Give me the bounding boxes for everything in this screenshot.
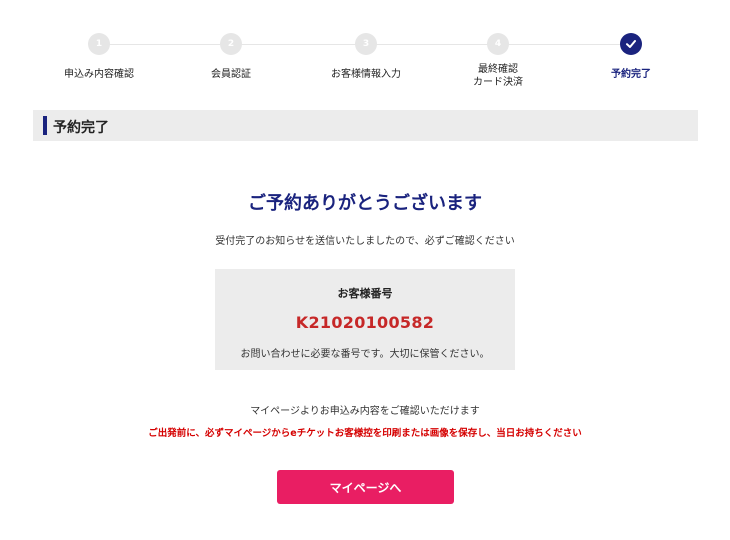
step-5-current: 予約完了 <box>566 33 696 81</box>
step-label: 申込み内容確認 <box>64 69 134 80</box>
step-4: 4 最終確認 カード決済 <box>433 33 563 89</box>
customer-number-box: お客様番号 K21020100582 お問い合わせに必要な番号です。大切に保管く… <box>215 269 515 370</box>
step-label: 最終確認 カード決済 <box>433 63 563 89</box>
step-label-line: 最終確認 <box>478 64 518 75</box>
mypage-button[interactable]: マイページへ <box>277 470 454 504</box>
thank-you-heading: ご予約ありがとうございます <box>248 193 482 214</box>
section-accent-bar <box>43 116 47 135</box>
customer-number-note: お問い合わせに必要な番号です。大切に保管ください。 <box>240 349 490 360</box>
step-3: 3 お客様情報入力 <box>301 33 431 81</box>
step-number: 2 <box>220 33 242 55</box>
step-number: 3 <box>355 33 377 55</box>
step-1: 1 申込み内容確認 <box>34 33 164 81</box>
section-header: 予約完了 <box>33 110 698 141</box>
checkmark-icon <box>620 33 642 55</box>
mypage-note: マイページよりお申込み内容をご確認いただけます <box>250 406 480 417</box>
step-number: 4 <box>487 33 509 55</box>
customer-number-label: お客様番号 <box>337 287 393 300</box>
step-2: 2 会員認証 <box>166 33 296 81</box>
step-number: 1 <box>88 33 110 55</box>
section-title: 予約完了 <box>53 120 109 136</box>
step-label: 予約完了 <box>611 69 651 80</box>
confirmation-message: 受付完了のお知らせを送信いたしましたので、必ずご確認ください <box>215 236 515 247</box>
step-label: お客様情報入力 <box>331 69 401 80</box>
step-label: 会員認証 <box>211 69 251 80</box>
customer-number-value: K21020100582 <box>295 313 435 332</box>
step-label-line: カード決済 <box>473 77 523 88</box>
warning-message: ご出発前に、必ずマイページからeチケットお客様控を印刷または画像を保存し、当日お… <box>148 428 582 439</box>
progress-stepper: 1 申込み内容確認 2 会員認証 3 お客様情報入力 4 最終確認 カード決済 … <box>0 0 730 100</box>
